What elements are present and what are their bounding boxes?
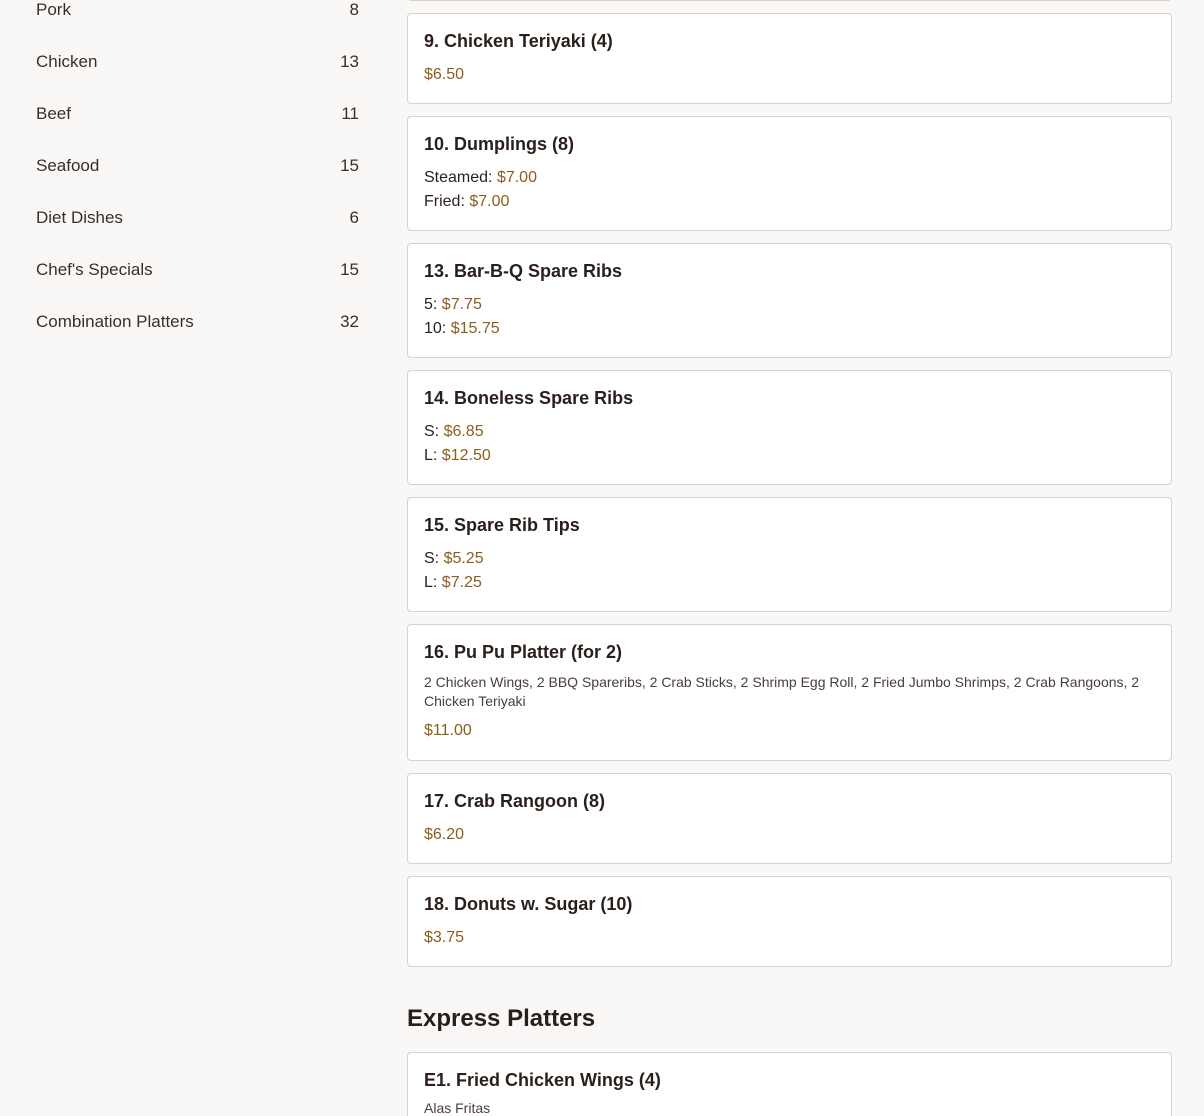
price-line: Fried: $7.00 (424, 190, 1155, 214)
price-label: 5: (424, 296, 442, 313)
price-line: L: $12.50 (424, 444, 1155, 468)
category-count: 11 (341, 104, 359, 123)
price-line: 5: $7.75 (424, 293, 1155, 317)
item-title: 18. Donuts w. Sugar (10) (424, 894, 633, 914)
category-sidebar: Pork 8 Chicken 13 Beef 11 Seafood 15 Die… (36, 0, 359, 348)
price-line: Steamed: $7.00 (424, 166, 1155, 190)
price-value: $5.25 (443, 550, 484, 567)
section-heading-express-platters: Express Platters (407, 1005, 596, 1032)
previous-item-card[interactable] (407, 0, 1172, 1)
price-label: L: (424, 574, 442, 591)
category-combination-platters[interactable]: Combination Platters 32 (36, 296, 359, 348)
item-prices: $11.00 (424, 719, 1155, 743)
price-value: $6.50 (424, 66, 465, 83)
menu-item-card[interactable]: 10. Dumplings (8) Steamed: $7.00 Fried: … (407, 116, 1172, 231)
price-label: L: (424, 447, 442, 464)
category-label: Chef's Specials (36, 260, 153, 279)
item-title: E1. Fried Chicken Wings (4) (424, 1070, 661, 1090)
item-prices: $6.20 (424, 823, 1155, 847)
price-value: $7.00 (496, 169, 537, 186)
category-pork[interactable]: Pork 8 (36, 0, 359, 36)
item-description: 2 Chicken Wings, 2 BBQ Spareribs, 2 Crab… (424, 674, 1140, 709)
category-label: Beef (36, 104, 71, 123)
price-value: $7.25 (441, 574, 482, 591)
item-title: 14. Boneless Spare Ribs (424, 388, 634, 408)
price-value: $12.50 (441, 447, 491, 464)
price-line: $11.00 (424, 719, 1155, 743)
price-line: S: $5.25 (424, 547, 1155, 571)
menu-item-card[interactable]: 13. Bar-B-Q Spare Ribs 5: $7.75 10: $15.… (407, 243, 1172, 358)
category-diet-dishes[interactable]: Diet Dishes 6 (36, 192, 359, 244)
price-line: $3.75 (424, 926, 1155, 950)
menu-item-card[interactable]: 15. Spare Rib Tips S: $5.25 L: $7.25 (407, 497, 1172, 612)
item-title: 10. Dumplings (8) (424, 134, 575, 154)
item-title: 15. Spare Rib Tips (424, 515, 580, 535)
price-value: $7.00 (469, 193, 510, 210)
price-label: S: (424, 423, 444, 440)
menu-item-card[interactable]: E1. Fried Chicken Wings (4) Alas Fritas (407, 1052, 1172, 1116)
price-label: Steamed: (424, 169, 497, 186)
item-prices: S: $5.25 L: $7.25 (424, 547, 1155, 595)
category-chefs-specials[interactable]: Chef's Specials 15 (36, 244, 359, 296)
price-value: $15.75 (450, 320, 500, 337)
item-title: 17. Crab Rangoon (8) (424, 791, 606, 811)
category-count: 8 (349, 0, 359, 19)
item-prices: $6.50 (424, 63, 1155, 87)
category-label: Diet Dishes (36, 208, 123, 227)
price-line: S: $6.85 (424, 420, 1155, 444)
category-count: 15 (340, 260, 359, 279)
price-label: Fried: (424, 193, 470, 210)
menu-item-card[interactable]: 16. Pu Pu Platter (for 2) 2 Chicken Wing… (407, 624, 1172, 761)
category-count: 15 (340, 156, 359, 175)
category-chicken[interactable]: Chicken 13 (36, 36, 359, 88)
category-label: Seafood (36, 156, 100, 175)
price-label: S: (424, 550, 444, 567)
category-count: 32 (340, 312, 359, 331)
item-prices: Steamed: $7.00 Fried: $7.00 (424, 166, 1155, 214)
item-prices: 5: $7.75 10: $15.75 (424, 293, 1155, 341)
menu-item-card[interactable]: 18. Donuts w. Sugar (10) $3.75 (407, 876, 1172, 967)
category-label: Chicken (36, 52, 98, 71)
price-line: $6.50 (424, 63, 1155, 87)
category-seafood[interactable]: Seafood 15 (36, 140, 359, 192)
item-description: Alas Fritas (424, 1100, 491, 1116)
price-value: $6.20 (424, 826, 465, 843)
price-value: $7.75 (441, 296, 482, 313)
category-label: Pork (36, 0, 71, 19)
category-count: 13 (340, 52, 359, 71)
price-line: $6.20 (424, 823, 1155, 847)
item-prices: S: $6.85 L: $12.50 (424, 420, 1155, 468)
item-title: 9. Chicken Teriyaki (4) (424, 31, 613, 51)
price-line: 10: $15.75 (424, 317, 1155, 341)
menu-item-card[interactable]: 17. Crab Rangoon (8) $6.20 (407, 773, 1172, 864)
category-label: Combination Platters (36, 312, 194, 331)
item-title: 13. Bar-B-Q Spare Ribs (424, 261, 623, 281)
price-line: L: $7.25 (424, 571, 1155, 595)
price-value: $11.00 (424, 722, 472, 739)
category-beef[interactable]: Beef 11 (36, 88, 359, 140)
category-count: 6 (349, 208, 359, 227)
item-title: 16. Pu Pu Platter (for 2) (424, 642, 623, 662)
price-value: $3.75 (424, 929, 465, 946)
item-prices: $3.75 (424, 926, 1155, 950)
price-label: 10: (424, 320, 451, 337)
price-value: $6.85 (443, 423, 484, 440)
menu-item-card[interactable]: 14. Boneless Spare Ribs S: $6.85 L: $12.… (407, 370, 1172, 485)
menu-item-card[interactable]: 9. Chicken Teriyaki (4) $6.50 (407, 13, 1172, 104)
